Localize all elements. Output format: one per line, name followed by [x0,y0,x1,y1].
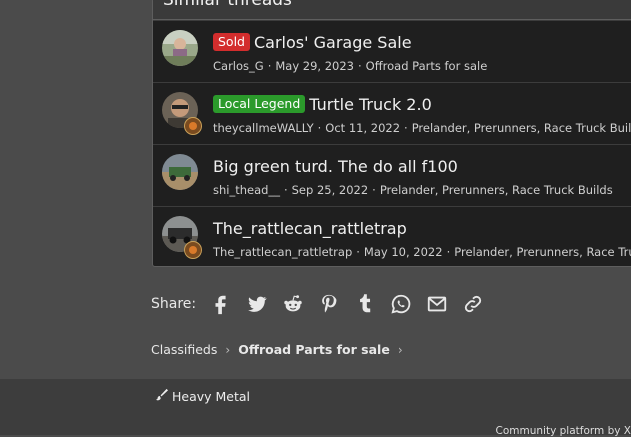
breadcrumb-item-classifieds[interactable]: Classifieds [151,342,217,357]
thread-meta: shi_thead__ · Sep 25, 2022 · Prelander, Prer… [213,183,613,197]
user-badge-icon [184,241,202,259]
tumblr-icon[interactable] [354,293,376,315]
thread-author[interactable]: theycallmeWALLY [213,121,314,135]
reddit-icon[interactable] [282,293,304,315]
thread-title[interactable]: Turtle Truck 2.0 [309,95,431,114]
thread-author[interactable]: Carlos_G [213,59,264,73]
thread-date: Sep 25, 2022 [291,183,369,197]
style-chooser-link[interactable]: Heavy Metal [155,388,250,404]
separator: · [317,121,322,135]
thread-row[interactable]: Sold Carlos' Garage Sale Carlos_G · May 29,… [153,20,631,82]
thread-author[interactable]: The_rattlecan_rattletrap [213,245,352,259]
thread-row[interactable]: Local Legend Turtle Truck 2.0 theycallmeW… [153,82,631,144]
thread-meta: The_rattlecan_rattletrap · May 10, 2022 · Pr… [213,245,631,259]
thread-meta: Carlos_G · May 29, 2023 · Offroad Parts for … [213,59,487,73]
separator: · [446,245,451,259]
email-icon[interactable] [426,293,448,315]
separator: · [267,59,272,73]
thread-title[interactable]: Big green turd. The do all f100 [213,157,458,176]
separator: · [283,183,288,197]
thread-title-line[interactable]: Sold Carlos' Garage Sale [213,33,412,52]
breadcrumb-item-offroad-parts[interactable]: Offroad Parts for sale [238,342,390,357]
separator: · [358,59,362,73]
panel-header: Similar threads [153,0,631,20]
facebook-icon[interactable] [210,293,232,315]
thread-title-line[interactable]: The_rattlecan_rattletrap [213,219,407,238]
user-badge-icon [184,117,202,135]
thread-title-line[interactable]: Local Legend Turtle Truck 2.0 [213,95,432,114]
thread-forum[interactable]: Offroad Parts for sale [366,59,488,73]
similar-threads-panel: Similar threads Sold Carlos' Garage Sale … [152,0,631,267]
twitter-icon[interactable] [246,293,268,315]
thread-title[interactable]: Carlos' Garage Sale [254,33,412,52]
thread-forum[interactable]: Prelander, Prerunners, Race Truck Builds [412,121,631,135]
panel-title: Similar threads [163,0,292,10]
link-icon[interactable] [462,293,484,315]
avatar[interactable] [162,30,198,66]
platform-credit[interactable]: Community platform by X [496,425,631,437]
chevron-right-icon: › [225,342,231,357]
thread-forum[interactable]: Prelander, Prerunners, Race Truck Builds [380,183,613,197]
thread-title-line[interactable]: Big green turd. The do all f100 [213,157,458,176]
thread-date: Oct 11, 2022 [325,121,401,135]
local-legend-label: Local Legend [213,95,306,113]
sold-label: Sold [213,33,250,51]
pinterest-icon[interactable] [318,293,340,315]
share-bar: Share: [151,292,498,316]
breadcrumb: Classifieds › Offroad Parts for sale › [151,342,411,357]
thread-row[interactable]: The_rattlecan_rattletrap The_rattlecan_r… [153,206,631,266]
chevron-right-icon: › [397,342,403,357]
share-label: Share: [151,296,197,312]
thread-forum[interactable]: Prelander, Prerunners, Race Truck Builds [454,245,631,259]
separator: · [356,245,360,259]
avatar[interactable] [162,154,198,190]
separator: · [404,121,408,135]
style-name: Heavy Metal [172,389,251,404]
whatsapp-icon[interactable] [390,293,412,315]
paintbrush-icon [155,388,168,404]
thread-meta: theycallmeWALLY · Oct 11, 2022 · Prelander, … [213,121,631,136]
thread-date: May 10, 2022 [363,245,443,259]
thread-author[interactable]: shi_thead__ [213,183,280,197]
thread-title[interactable]: The_rattlecan_rattletrap [213,219,407,238]
thread-row[interactable]: Big green turd. The do all f100 shi_thea… [153,144,631,206]
thread-date: May 29, 2023 [275,59,355,73]
separator: · [372,183,376,197]
